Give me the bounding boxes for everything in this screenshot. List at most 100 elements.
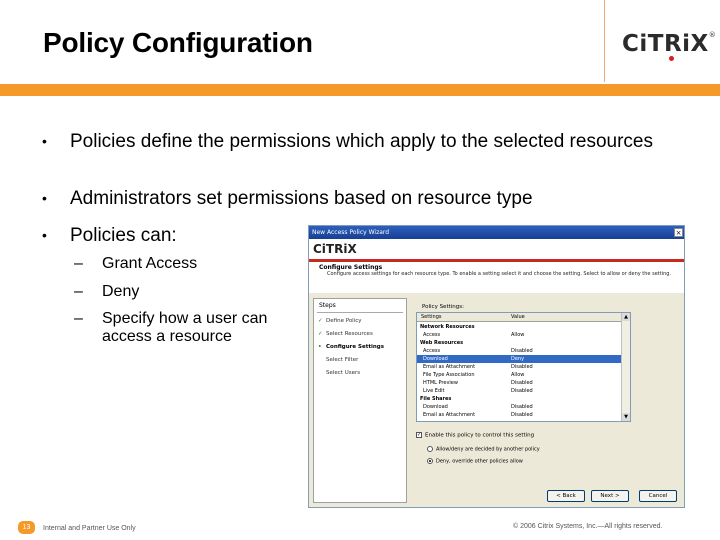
bullet-text: Policies can: [70, 225, 177, 246]
table-row[interactable]: Email as Attachment Disabled [417, 411, 622, 419]
row-setting: Live Edit [423, 388, 445, 394]
row-setting: Email as Attachment [423, 364, 476, 370]
row-value: Disabled [511, 364, 533, 370]
logo-dot-icon [669, 56, 674, 61]
access-policy-wizard-dialog: New Access Policy Wizard × CiTRiX Config… [308, 225, 685, 508]
step-select-users[interactable]: Select Users [318, 370, 360, 376]
step-label: Select Filter [326, 357, 359, 363]
radio-selected-icon[interactable] [427, 458, 433, 464]
steps-divider [317, 312, 403, 313]
bullet-marker: • [42, 190, 47, 206]
bullet-admins-set: • Administrators set permissions based on… [42, 188, 533, 209]
row-value: Disabled [511, 348, 533, 354]
header-divider [604, 0, 605, 82]
row-value: Allow [511, 332, 525, 338]
table-scrollbar[interactable]: ▲ ▼ [621, 313, 630, 421]
table-row[interactable]: HTML Preview Disabled [417, 379, 622, 387]
table-row[interactable]: Web Resources [417, 339, 622, 347]
row-setting: Access [423, 348, 441, 354]
dialog-titlebar: New Access Policy Wizard × [309, 226, 684, 239]
dash-marker: – [74, 283, 83, 300]
bullet-policies-can: • Policies can: [42, 225, 177, 246]
enable-label: Enable this policy to control this setti… [425, 432, 535, 439]
policy-settings-table[interactable]: Settings Value Network Resources Access A… [416, 312, 631, 422]
radio-option-allow[interactable]: Allow/deny are decided by another policy [427, 446, 540, 453]
column-value[interactable]: Value [511, 313, 525, 322]
row-setting: Email as Attachment [423, 412, 476, 418]
radio-label: Allow/deny are decided by another policy [436, 446, 540, 453]
steps-panel: Steps ✓ Define Policy ✓ Select Resources •… [313, 298, 407, 503]
row-value: Disabled [511, 412, 533, 418]
step-define-policy[interactable]: ✓ Define Policy [318, 318, 362, 324]
dash-marker: – [74, 310, 83, 327]
bullet-text: Policies define the permissions which ap… [70, 131, 653, 152]
page-number-badge: 13 [18, 521, 35, 534]
dialog-title: New Access Policy Wizard [312, 229, 390, 236]
step-configure-settings[interactable]: • Configure Settings [318, 344, 384, 350]
bullet-policies-define: • Policies define the permissions which a… [42, 131, 670, 152]
enable-policy-checkbox[interactable]: ✓ Enable this policy to control this sett… [416, 432, 534, 439]
row-setting: Access [423, 332, 441, 338]
step-select-filter[interactable]: Select Filter [318, 357, 358, 363]
row-setting: File Shares [420, 396, 452, 402]
row-value: Deny [511, 356, 525, 362]
dialog-banner-line [309, 259, 684, 262]
row-value: Allow [511, 372, 525, 378]
sub-bullet-text: Deny [102, 283, 140, 300]
row-value: Disabled [511, 380, 533, 386]
row-setting: Download [423, 356, 448, 362]
table-row[interactable]: Access Disabled [417, 347, 622, 355]
bullet-marker: • [42, 227, 47, 243]
table-row[interactable]: Download Disabled [417, 403, 622, 411]
table-header: Settings Value [417, 313, 630, 322]
steps-title: Steps [319, 302, 336, 309]
footer-copyright: © 2006 Citrix Systems, Inc.—All rights r… [513, 523, 663, 530]
dialog-description: Configure access settings for each resou… [327, 271, 672, 277]
step-label: Select Resources [326, 331, 373, 337]
table-row[interactable]: File Type Association Allow [417, 371, 622, 379]
row-setting: Web Resources [420, 340, 464, 346]
back-button[interactable]: < Back [547, 490, 585, 502]
dialog-heading: Configure Settings [319, 264, 383, 271]
dash-marker: – [74, 255, 83, 272]
table-row-selected[interactable]: Download Deny [417, 355, 622, 363]
checkbox-checked-icon[interactable]: ✓ [416, 432, 422, 438]
footer-internal-use: Internal and Partner Use Only [43, 525, 136, 532]
row-value: Disabled [511, 404, 533, 410]
check-icon: ✓ [318, 318, 323, 324]
next-button[interactable]: Next > [591, 490, 629, 502]
logo-registered-mark: ® [708, 31, 717, 39]
row-setting: Download [423, 404, 448, 410]
sub-bullet-text: Specify how a user can access a resource [102, 310, 268, 345]
column-settings[interactable]: Settings [421, 313, 442, 322]
table-row[interactable]: Email as Attachment Disabled [417, 363, 622, 371]
step-label: Define Policy [326, 318, 362, 324]
current-step-icon: • [318, 344, 322, 350]
table-row[interactable]: Network Resources [417, 323, 622, 331]
step-label: Configure Settings [326, 344, 384, 350]
row-setting: File Type Association [423, 372, 475, 378]
row-setting: HTML Preview [423, 380, 458, 386]
scroll-down-icon[interactable]: ▼ [622, 413, 630, 421]
radio-label: Deny, override other policies allow [436, 458, 523, 465]
scroll-up-icon[interactable]: ▲ [622, 313, 630, 321]
table-row[interactable]: Access Allow [417, 331, 622, 339]
sub-bullet-text: Grant Access [102, 255, 198, 272]
step-select-resources[interactable]: ✓ Select Resources [318, 331, 373, 337]
check-icon: ✓ [318, 331, 323, 337]
radio-icon[interactable] [427, 446, 433, 452]
dialog-logo: CiTRiX [313, 242, 357, 256]
logo-text: CiTRiX [622, 31, 709, 57]
slide-title: Policy Configuration [43, 27, 313, 58]
cancel-button[interactable]: Cancel [639, 490, 677, 502]
table-row[interactable]: File Shares [417, 395, 622, 403]
radio-option-deny[interactable]: Deny, override other policies allow [427, 458, 523, 465]
table-row[interactable]: Live Edit Disabled [417, 387, 622, 395]
sub-bullet-grant: – Grant Access [74, 255, 198, 273]
row-value: Disabled [511, 388, 533, 394]
step-label: Select Users [326, 370, 361, 376]
bullet-marker: • [42, 133, 47, 149]
sub-bullet-deny: – Deny [74, 283, 140, 301]
close-icon[interactable]: × [674, 228, 683, 237]
sub-bullet-specify: – Specify how a user can access a resourc… [74, 310, 302, 346]
